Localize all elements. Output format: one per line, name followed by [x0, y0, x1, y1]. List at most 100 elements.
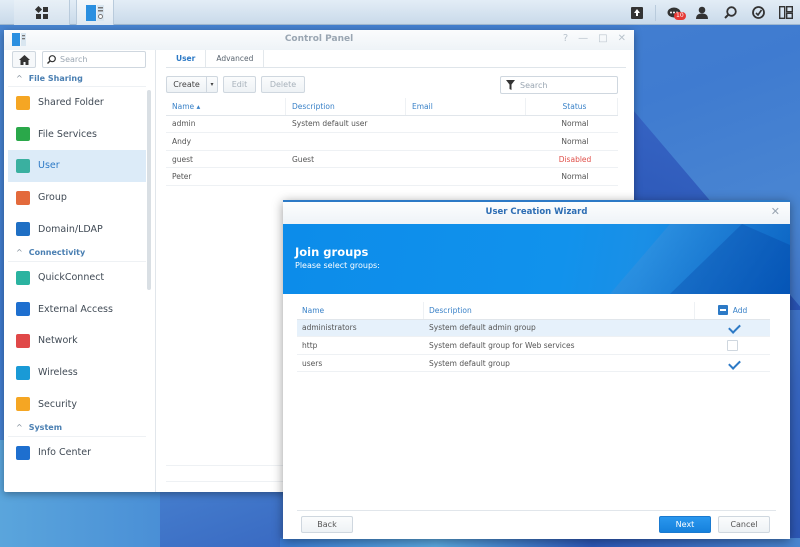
delete-button[interactable]: Delete [261, 76, 305, 93]
search-button[interactable] [716, 0, 744, 25]
table-row[interactable]: Andy Normal [166, 133, 618, 151]
widgets-button[interactable] [772, 0, 800, 25]
home-button[interactable] [12, 51, 36, 68]
group-row[interactable]: administrators System default admin group [297, 319, 770, 338]
sidebar-item-group[interactable]: Group [8, 182, 146, 214]
sidebar-section-header[interactable]: ^ Connectivity [8, 245, 146, 262]
column-email[interactable]: Email [406, 98, 526, 115]
sidebar-section-title: Connectivity [28, 248, 86, 258]
wizard-footer-divider [297, 510, 776, 511]
user-icon [696, 6, 708, 19]
taskbar-control-panel-button[interactable] [76, 0, 114, 25]
create-dropdown-button[interactable]: ▾ [206, 76, 218, 93]
sidebar-item-label: Wireless [38, 367, 78, 379]
group-icon [16, 190, 30, 205]
sidebar-item-user[interactable]: User [8, 150, 146, 182]
sidebar-item-label: Network [38, 335, 78, 347]
sidebar-item-external-access[interactable]: External Access [8, 294, 146, 326]
cell-group-description: System default admin group [429, 323, 536, 333]
cell-group-description: System default group [429, 358, 510, 368]
cell-status: Normal [561, 172, 589, 182]
window-title: Control Panel [284, 34, 354, 44]
main-menu-icon [34, 5, 48, 19]
chevron-down-icon: ▾ [210, 81, 214, 88]
shared-folder-icon [16, 95, 30, 110]
desktop-background-shape [280, 538, 800, 547]
upload-button[interactable] [623, 0, 651, 25]
column-status[interactable]: Status [526, 98, 618, 115]
add-group-checkbox[interactable] [727, 358, 738, 369]
group-row[interactable]: http System default group for Web service… [297, 337, 770, 355]
sidebar-list: ^ File Sharing Shared Folder File Services U… [8, 70, 146, 469]
sidebar-search-input[interactable]: Search [42, 51, 146, 68]
control-panel-titlebar[interactable]: Control Panel ? — □ ✕ [4, 30, 634, 50]
sidebar-section-header[interactable]: ^ File Sharing [8, 70, 146, 87]
main-menu-button[interactable] [14, 0, 70, 25]
sidebar-item-file-services[interactable]: File Services [8, 119, 146, 151]
cell-group-description: System default group for Web services [429, 340, 575, 350]
sidebar-item-wireless[interactable]: Wireless [8, 357, 146, 389]
back-button[interactable]: Back [301, 516, 353, 533]
edit-button[interactable]: Edit [223, 76, 256, 93]
minimize-icon[interactable]: — [578, 33, 588, 44]
close-icon[interactable]: ✕ [618, 33, 626, 44]
sidebar-item-label: Security [38, 398, 78, 410]
wizard-heading: Join groups [295, 245, 369, 259]
sidebar-item-security[interactable]: Security [8, 388, 146, 420]
maximize-icon[interactable]: □ [598, 33, 607, 44]
column-add[interactable]: Add [695, 305, 770, 316]
column-description[interactable]: Description [286, 98, 406, 115]
sidebar-item-shared-folder[interactable]: Shared Folder [8, 87, 146, 119]
tab-user[interactable]: User [166, 50, 207, 67]
create-button[interactable]: Create [166, 76, 206, 93]
cell-email [406, 116, 526, 133]
wizard-close-icon[interactable]: ✕ [771, 205, 780, 218]
sidebar-item-info-center[interactable]: Info Center [8, 437, 146, 469]
cell-status: Normal [561, 136, 589, 146]
add-group-checkbox[interactable] [727, 339, 738, 351]
wizard-title: User Creation Wizard [485, 207, 588, 217]
cell-description: System default user [292, 119, 368, 129]
next-button[interactable]: Next [659, 516, 711, 533]
user-search-input[interactable]: Search [500, 76, 618, 94]
notifications-button[interactable]: 10 [660, 0, 688, 25]
table-row[interactable]: guest Guest Disabled [166, 151, 618, 169]
sidebar-section-header[interactable]: ^ System [8, 420, 146, 437]
wireless-icon [16, 365, 30, 380]
security-icon [16, 397, 30, 412]
sidebar-item-label: User [38, 160, 60, 172]
column-name[interactable]: Name [297, 302, 424, 319]
column-description[interactable]: Description [424, 302, 695, 319]
wizard-titlebar[interactable]: User Creation Wizard ✕ [283, 200, 790, 224]
group-grid: Name Description Add administrators Syste… [297, 302, 770, 373]
select-all-checkbox[interactable] [717, 305, 728, 316]
user-search-placeholder: Search [520, 80, 548, 90]
user-menu-button[interactable] [688, 0, 716, 25]
table-row[interactable]: Peter Normal [166, 168, 618, 186]
column-name[interactable]: Name ▴ [166, 98, 286, 115]
help-icon[interactable]: ? [563, 33, 568, 44]
group-row[interactable]: users System default group [297, 355, 770, 373]
wizard-subheading: Please select groups: [295, 261, 380, 270]
sidebar-item-quickconnect[interactable]: QuickConnect [8, 262, 146, 294]
sidebar-item-network[interactable]: Network [8, 325, 146, 357]
sidebar-item-domain-ldap[interactable]: Domain/LDAP [8, 213, 146, 245]
add-group-checkbox[interactable] [727, 322, 738, 333]
dashboard-button[interactable] [744, 0, 772, 25]
sidebar-scrollbar[interactable] [147, 90, 151, 290]
info-center-icon [16, 445, 30, 460]
notification-badge: 10 [674, 12, 686, 20]
sidebar-item-label: Info Center [38, 447, 91, 459]
cell-email [406, 168, 526, 185]
home-icon [18, 54, 30, 65]
cell-description [286, 133, 406, 150]
cell-group-name: administrators [302, 323, 357, 333]
cell-name: guest [172, 154, 193, 164]
user-grid: Name ▴ Description Email Status admin Sys… [166, 98, 618, 186]
control-panel-icon [86, 4, 104, 21]
table-row[interactable]: admin System default user Normal [166, 116, 618, 134]
search-icon [47, 55, 56, 64]
cell-name: Peter [172, 172, 192, 182]
tab-advanced[interactable]: Advanced [206, 50, 265, 67]
cancel-button[interactable]: Cancel [718, 516, 770, 533]
